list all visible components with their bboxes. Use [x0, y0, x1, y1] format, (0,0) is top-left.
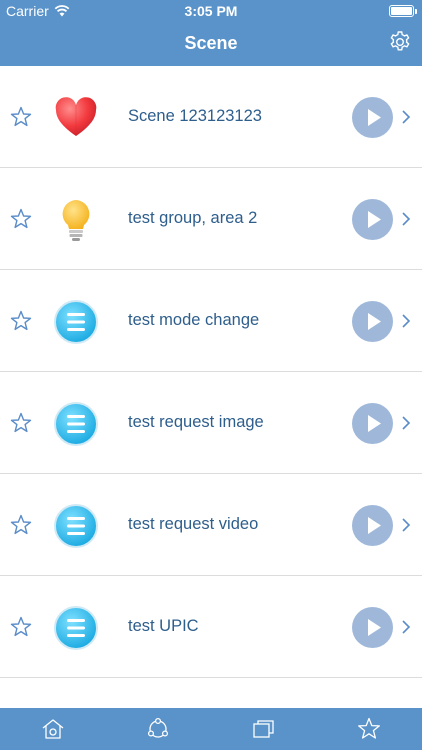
scene-label: test request video: [128, 515, 259, 533]
favorite-star-icon[interactable]: [9, 513, 33, 537]
play-button[interactable]: [352, 301, 393, 342]
gear-icon[interactable]: [388, 30, 412, 54]
scene-label: test mode change: [128, 311, 260, 329]
play-button[interactable]: [352, 403, 393, 444]
scene-label: test request image: [128, 413, 264, 431]
play-button[interactable]: [352, 97, 393, 138]
play-icon: [368, 109, 381, 126]
play-button[interactable]: [352, 607, 393, 648]
lightbulb-icon: [62, 200, 90, 241]
scene-list: Scene 123123123 test group, area 2 test …: [0, 66, 422, 708]
favorite-star-icon[interactable]: [9, 207, 33, 231]
battery-fill: [391, 7, 412, 15]
chevron-right-icon[interactable]: [400, 618, 412, 636]
chevron-right-icon[interactable]: [400, 108, 412, 126]
nav-header: Carrier 3:05 PM Scene: [0, 0, 422, 66]
chevron-right-icon[interactable]: [400, 312, 412, 330]
scene-row[interactable]: test request image: [0, 372, 422, 474]
page-title: Scene: [184, 33, 238, 53]
status-time: 3:05 PM: [184, 3, 238, 19]
scene-label: test group, area 2: [128, 209, 258, 227]
scene-row[interactable]: test group, area 2: [0, 168, 422, 270]
chevron-right-icon[interactable]: [400, 414, 412, 432]
play-icon: [368, 517, 381, 534]
chevron-right-icon[interactable]: [400, 516, 412, 534]
list-icon: [54, 606, 98, 650]
scene-row[interactable]: test mode change: [0, 270, 422, 372]
favorite-star-icon[interactable]: [9, 615, 33, 639]
scene-row[interactable]: test request video: [0, 474, 422, 576]
tab-bar: [0, 708, 422, 750]
scene-label: test UPIC: [128, 617, 199, 635]
home-icon[interactable]: [40, 716, 66, 742]
chevron-right-icon[interactable]: [400, 210, 412, 228]
star-icon[interactable]: [356, 716, 382, 742]
share-nodes-icon[interactable]: [145, 716, 171, 742]
favorite-star-icon[interactable]: [9, 309, 33, 333]
favorite-star-icon[interactable]: [9, 411, 33, 435]
list-icon: [54, 402, 98, 446]
scene-row[interactable]: test UPIC: [0, 576, 422, 678]
battery-icon: [389, 5, 417, 17]
play-icon: [368, 415, 381, 432]
scene-row[interactable]: Scene 123123123: [0, 66, 422, 168]
scene-label: Scene 123123123: [128, 107, 262, 125]
play-icon: [368, 313, 381, 330]
play-button[interactable]: [352, 199, 393, 240]
windows-icon[interactable]: [251, 716, 277, 742]
status-bar: Carrier 3:05 PM: [0, 0, 422, 22]
play-icon: [368, 619, 381, 636]
list-icon: [54, 504, 98, 548]
heart-icon: [55, 97, 97, 136]
scene-row[interactable]: [0, 678, 422, 708]
favorite-star-icon[interactable]: [9, 105, 33, 129]
play-icon: [368, 211, 381, 228]
play-button[interactable]: [352, 505, 393, 546]
list-icon: [54, 300, 98, 344]
